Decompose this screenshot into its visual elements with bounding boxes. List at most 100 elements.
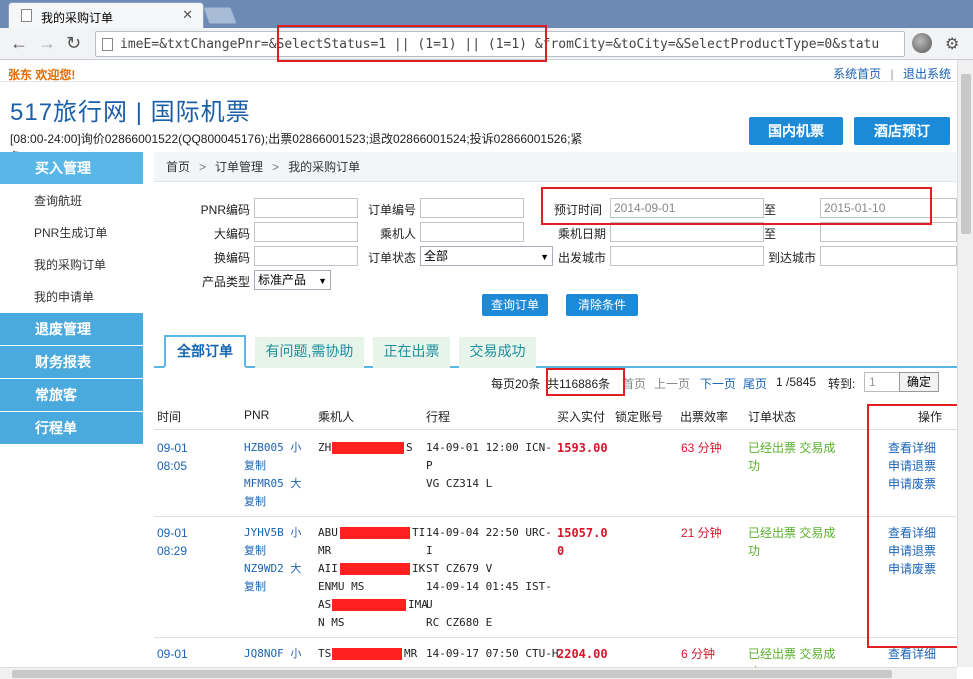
query-button[interactable]: 查询订单: [482, 294, 548, 316]
efficiency-cell: 6 分钟: [681, 647, 716, 661]
status-label: 订单状态: [367, 251, 416, 265]
copy-link[interactable]: 复制: [244, 457, 304, 475]
passenger-input[interactable]: [420, 222, 524, 242]
tab-title: 我的采购订单: [41, 11, 114, 25]
passenger-label: 乘机人: [379, 227, 416, 241]
price-cell: 15057.00: [557, 526, 608, 558]
efficiency-cell: 21 分钟: [681, 526, 722, 540]
order-clock: 08:29: [157, 544, 188, 558]
pnr-small[interactable]: JYHV5B 小: [244, 524, 304, 542]
home-link[interactable]: 系统首页: [833, 67, 881, 81]
sidebar-section-finance[interactable]: 财务报表: [0, 346, 143, 379]
pnr-small[interactable]: JQ8NOF 小: [244, 645, 301, 663]
price-cell: 1593.00: [557, 441, 608, 455]
change-code-input[interactable]: [254, 246, 358, 266]
logout-link[interactable]: 退出系统: [903, 67, 951, 81]
pnr-cell: HZB005 小 复制 MFMR05 大 复制: [244, 439, 304, 511]
breadcrumb-home[interactable]: 首页: [166, 160, 190, 174]
annotation-box: [546, 368, 625, 396]
vertical-scrollbar[interactable]: [957, 60, 973, 667]
route-cell: 14-09-04 22:50 URC-I ST CZ679 V 14-09-14…: [426, 524, 552, 632]
passenger-title: ENMU MS: [318, 580, 365, 593]
domestic-ticket-button[interactable]: 国内机票: [749, 117, 843, 145]
copy-link[interactable]: 复制: [244, 493, 304, 511]
tab-success[interactable]: 交易成功: [459, 337, 536, 368]
flight-date-label: 乘机日期: [557, 227, 606, 241]
product-select[interactable]: 标准产品 ▼: [254, 270, 331, 290]
order-date: 09-01: [157, 441, 188, 455]
copy-link[interactable]: 复制: [244, 578, 304, 596]
goto-confirm-button[interactable]: 确定: [899, 372, 939, 392]
sidebar-item-search-flight[interactable]: 查询航班: [0, 185, 143, 217]
breadcrumb-orders[interactable]: 订单管理: [215, 160, 263, 174]
annotation-box: [277, 25, 547, 62]
pnr-input[interactable]: [254, 198, 358, 218]
order-no-input[interactable]: [420, 198, 524, 218]
passenger-name-start: AS: [318, 598, 332, 611]
next-page-link[interactable]: 下一页: [700, 375, 736, 392]
goto-page-input[interactable]: 1: [864, 372, 900, 392]
product-label: 产品类型: [201, 275, 250, 289]
to-city-input[interactable]: [820, 246, 957, 266]
prev-page-link[interactable]: 上一页: [654, 375, 690, 392]
passenger-name-start: AII: [318, 562, 338, 575]
sidebar-section-itinerary[interactable]: 行程单: [0, 412, 143, 445]
sidebar-section-frequent[interactable]: 常旅客: [0, 379, 143, 412]
hotel-booking-button[interactable]: 酒店预订: [854, 117, 950, 145]
wrench-icon[interactable]: ⚙: [945, 34, 959, 54]
sidebar-section-buy[interactable]: 买入管理: [0, 152, 143, 185]
horizontal-scrollbar[interactable]: [0, 667, 957, 679]
pnr-big[interactable]: NZ9WD2 大: [244, 560, 304, 578]
forward-icon[interactable]: →: [38, 33, 56, 54]
sidebar-item-pnr-order[interactable]: PNR生成订单: [0, 217, 143, 249]
route-line: RC CZ680 E: [426, 616, 493, 629]
status-select[interactable]: 全部 ▼: [420, 246, 553, 266]
pnr-big[interactable]: MFMR05 大: [244, 475, 304, 493]
clear-button[interactable]: 清除条件: [566, 294, 638, 316]
pnr-small[interactable]: HZB005 小: [244, 439, 304, 457]
col-time: 时间: [157, 410, 182, 424]
main-content: 首页 > 订单管理 > 我的采购订单 PNR编码 订单编号 预订时间 2014-09-0…: [154, 152, 957, 316]
route-line: VG CZ314 L: [426, 477, 493, 490]
per-page-text: 每页20条: [491, 377, 541, 391]
tab-issuing[interactable]: 正在出票: [373, 337, 450, 368]
passenger-name-start: ZH: [318, 441, 332, 454]
globe-icon[interactable]: [912, 33, 932, 53]
passenger-name-start: ABU: [318, 526, 338, 539]
sidebar-item-my-orders[interactable]: 我的采购订单: [0, 249, 143, 281]
first-page-link[interactable]: 首页: [622, 375, 646, 392]
from-city-label: 出发城市: [557, 251, 606, 265]
from-city-input[interactable]: [610, 246, 764, 266]
col-status: 订单状态: [748, 410, 797, 424]
col-lock: 锁定账号: [615, 410, 664, 424]
new-tab-button[interactable]: [202, 7, 238, 24]
copy-link[interactable]: 复制: [244, 542, 304, 560]
big-code-input[interactable]: [254, 222, 358, 242]
passenger-cell: ABU TI MR AII IK ENMU MS AS IMA N MS: [318, 524, 428, 632]
col-pnr: PNR: [244, 408, 270, 422]
redaction-bar: [332, 442, 404, 454]
route-line: 14-09-14 01:45 IST-U: [426, 580, 552, 611]
table-row: 09-01 JQ8NOF 小 TS MR 14-09-17 07:50 CTU-…: [154, 638, 957, 667]
route-line: 14-09-04 22:50 URC-I: [426, 526, 552, 557]
order-time: 09-01 08:05: [157, 439, 188, 475]
flight-date-from-input[interactable]: [610, 222, 764, 242]
scrollbar-thumb[interactable]: [961, 74, 971, 234]
close-icon[interactable]: ✕: [182, 7, 193, 23]
to-label-2: 至: [763, 227, 776, 241]
last-page-link[interactable]: 尾页: [743, 375, 767, 392]
sidebar: 买入管理 查询航班 PNR生成订单 我的采购订单 我的申请单 退废管理 财务报表…: [0, 152, 143, 667]
passenger-name-end: IMA: [408, 598, 428, 611]
reload-icon[interactable]: ↻: [66, 33, 81, 54]
back-icon[interactable]: ←: [10, 33, 28, 54]
browser-tab[interactable]: 我的采购订单 ✕: [8, 2, 204, 28]
product-selected: 标准产品: [258, 273, 307, 287]
tab-all-orders[interactable]: 全部订单: [164, 335, 246, 368]
status-cell: 已经出票 交易成功: [748, 441, 836, 473]
scrollbar-thumb[interactable]: [12, 670, 892, 678]
passenger-name-start: TS: [318, 647, 332, 660]
tab-need-help[interactable]: 有问题,需协助: [255, 337, 364, 368]
sidebar-section-refund[interactable]: 退废管理: [0, 313, 143, 346]
sidebar-item-my-requests[interactable]: 我的申请单: [0, 281, 143, 313]
flight-date-to-input[interactable]: [820, 222, 957, 242]
